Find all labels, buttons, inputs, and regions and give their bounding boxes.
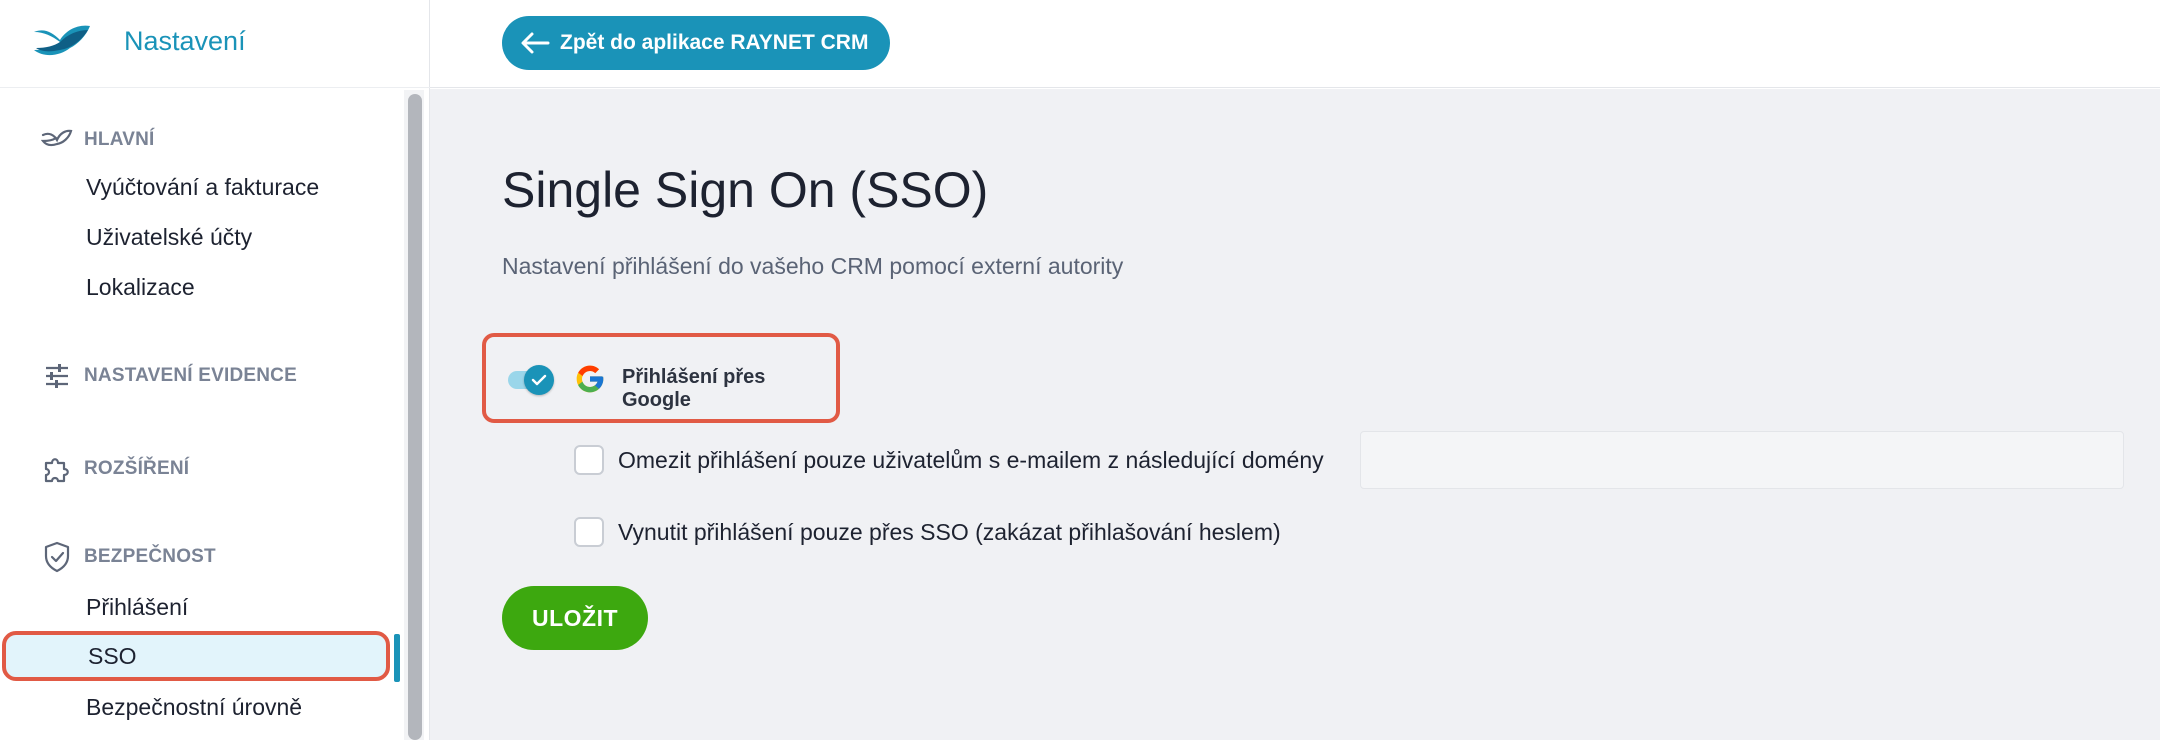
section-hlavni[interactable]: HLAVNÍ [40,123,155,157]
section-label: HLAVNÍ [84,129,155,150]
back-to-app-button[interactable]: Zpět do aplikace RAYNET CRM [502,16,891,70]
check-icon [531,374,547,386]
sidebar-item-security-levels[interactable]: Bezpečnostní úrovně [0,682,400,732]
arrow-left-icon [520,28,550,58]
restrict-domain-label: Omezit přihlášení pouze uživatelům s e-m… [618,446,1324,473]
toggle-knob [524,365,554,395]
google-sso-label: Přihlášení přes Google [622,366,766,411]
shield-check-icon [40,540,74,574]
force-sso-checkbox[interactable] [574,517,604,547]
page-subtitle: Nastavení přihlášení do vašeho CRM pomoc… [502,253,1124,279]
active-indicator [394,634,400,682]
main-content: Single Sign On (SSO) Nastavení přihlášen… [430,89,2160,740]
google-icon [576,365,604,393]
raynet-logo[interactable] [30,22,94,62]
save-button[interactable]: ULOŽIT [502,586,648,650]
section-rozsireni[interactable]: ROZŠÍŘENÍ [40,452,189,486]
section-label: NASTAVENÍ EVIDENCE [84,365,297,386]
section-bezpecnost[interactable]: BEZPEČNOST [40,540,216,574]
sidebar-item-user-accounts[interactable]: Uživatelské účty [0,212,400,262]
back-button-label: Zpět do aplikace RAYNET CRM [560,31,869,54]
puzzle-icon [40,452,74,486]
sidebar-header: Nastavení [0,0,430,88]
restrict-domain-checkbox[interactable] [574,445,604,475]
section-label: ROZŠÍŘENÍ [84,458,190,479]
google-sso-row: Přihlášení přes Google [482,333,840,423]
option-restrict-domain: Omezit přihlášení pouze uživatelům s e-m… [574,445,1324,475]
page-title: Single Sign On (SSO) [502,162,989,218]
sidebar-item-billing[interactable]: Vyúčtování a fakturace [0,162,400,212]
section-nastaveni-evidence[interactable]: NASTAVENÍ EVIDENCE [40,359,297,393]
google-sso-toggle[interactable] [508,365,556,395]
raynet-logo-icon [40,123,74,157]
sliders-icon [40,359,74,393]
domain-input[interactable] [1360,431,2124,489]
sidebar-nav: HLAVNÍ Vyúčtování a fakturace Uživatelsk… [0,88,400,740]
section-label: BEZPEČNOST [84,546,216,567]
sidebar: Nastavení HLAVNÍ Vyúčtování a fakturace … [0,0,430,740]
sidebar-item-localization[interactable]: Lokalizace [0,262,400,312]
option-force-sso: Vynutit přihlášení pouze přes SSO (zakáz… [574,517,1281,547]
force-sso-label: Vynutit přihlášení pouze přes SSO (zakáz… [618,518,1281,545]
sidebar-item-sso[interactable]: SSO [2,631,390,681]
topbar: Zpět do aplikace RAYNET CRM [430,0,2160,88]
sidebar-item-login[interactable]: Přihlášení [0,582,400,632]
sidebar-scrollbar-thumb[interactable] [408,94,422,740]
app-title: Nastavení [124,26,246,56]
